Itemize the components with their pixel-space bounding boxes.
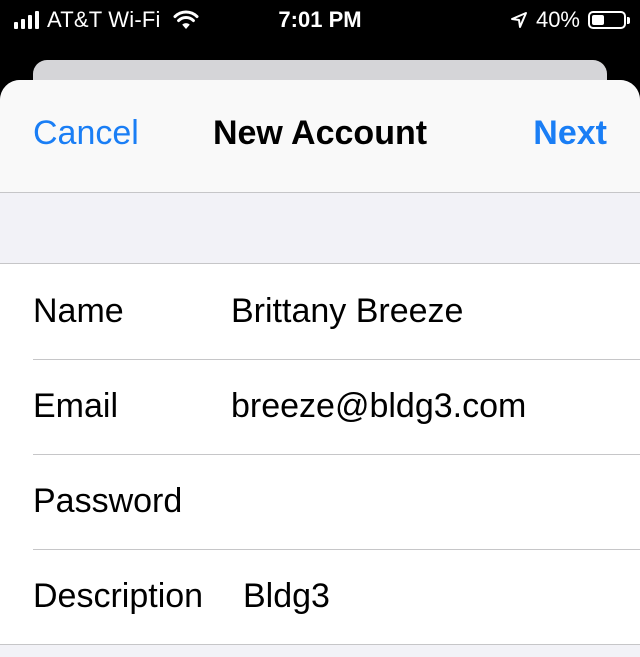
- description-row: Description: [0, 549, 640, 644]
- battery-tip: [627, 17, 630, 24]
- name-label: Name: [33, 292, 124, 330]
- email-field[interactable]: [231, 387, 620, 426]
- password-label: Password: [33, 482, 183, 520]
- description-field[interactable]: [243, 577, 620, 616]
- password-field[interactable]: [231, 482, 620, 521]
- section-gap: [0, 193, 640, 263]
- password-row: Password: [0, 454, 640, 549]
- status-right: 40%: [510, 7, 630, 33]
- battery-icon: [588, 11, 630, 29]
- location-arrow-icon: [510, 12, 527, 28]
- new-account-sheet: Cancel New Account Next Name Email Passw…: [0, 80, 640, 657]
- next-button[interactable]: Next: [533, 114, 607, 153]
- name-field[interactable]: [231, 292, 620, 331]
- navigation-bar: Cancel New Account Next: [0, 80, 640, 193]
- email-row: Email: [0, 359, 640, 454]
- battery-percent: 40%: [535, 7, 580, 32]
- email-label: Email: [33, 387, 119, 425]
- status-bar: AT&T Wi-Fi 7:01 PM 40%: [0, 0, 640, 44]
- description-label: Description: [33, 577, 204, 615]
- name-row: Name: [0, 264, 640, 359]
- battery-fill: [592, 15, 604, 25]
- account-form: Name Email Password Description: [0, 263, 640, 645]
- screen: AT&T Wi-Fi 7:01 PM 40% Cancel New Accoun…: [0, 0, 640, 657]
